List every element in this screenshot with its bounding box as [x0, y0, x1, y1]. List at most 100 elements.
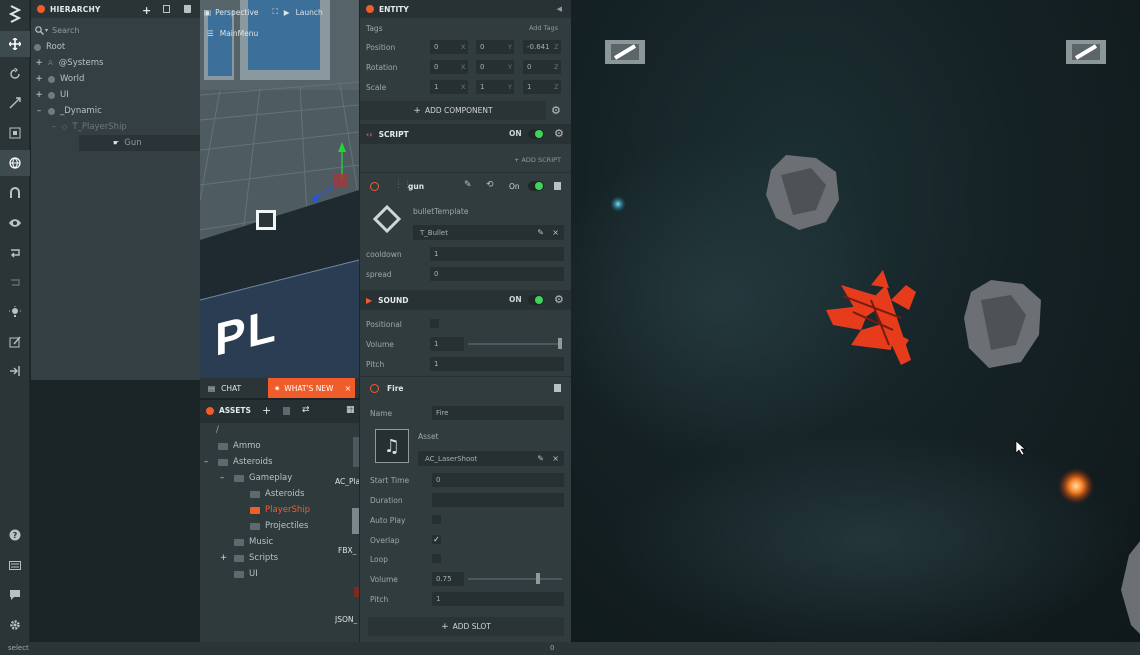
asset-folder-ui[interactable]: UI: [234, 566, 258, 582]
script-collapse-icon[interactable]: [370, 182, 379, 191]
rotate-tool-icon[interactable]: [0, 61, 30, 87]
spread-field[interactable]: 0: [430, 267, 564, 281]
add-slot-button[interactable]: + ADD SLOT: [368, 617, 564, 636]
expand-icon[interactable]: +: [33, 74, 45, 84]
scale-tool-icon[interactable]: [0, 90, 30, 116]
keyboard-shortcuts-icon[interactable]: [0, 552, 30, 578]
loop-checkbox[interactable]: [432, 554, 441, 563]
positional-checkbox[interactable]: [430, 319, 439, 328]
refresh-icon[interactable]: ⇄: [302, 405, 310, 415]
start-time-field[interactable]: 0: [432, 473, 564, 487]
hierarchy-item-playership[interactable]: – ◇ T_PlayerShip: [31, 119, 200, 135]
help-icon[interactable]: ?: [0, 522, 30, 548]
slot-name-field[interactable]: Fire: [432, 406, 564, 420]
code-editor-icon[interactable]: [0, 329, 30, 355]
auto-play-checkbox[interactable]: [432, 515, 441, 524]
snap-magnet-icon[interactable]: [0, 180, 30, 206]
sound-volume-slider-track[interactable]: [468, 343, 562, 345]
sound-enabled-toggle[interactable]: [528, 295, 544, 305]
move-tool-icon[interactable]: [0, 31, 30, 57]
close-icon[interactable]: ×: [344, 384, 351, 393]
clear-asset-icon[interactable]: ×: [552, 228, 559, 237]
overlap-checkbox[interactable]: ✓: [432, 535, 441, 544]
scene-selector[interactable]: ☰ MainMenu: [207, 29, 258, 38]
parse-script-icon[interactable]: ⟲: [486, 180, 494, 190]
hierarchy-item-gun[interactable]: ☛ Gun: [79, 135, 200, 151]
expand-icon[interactable]: +: [33, 58, 45, 68]
asset-folder-ammo[interactable]: Ammo: [218, 438, 261, 454]
whats-new-tab[interactable]: ✷ WHAT'S NEW ×: [268, 378, 355, 398]
add-script-button[interactable]: + ADD SCRIPT: [514, 156, 561, 164]
delete-slot-icon[interactable]: [554, 384, 561, 392]
delete-entity-icon[interactable]: [184, 5, 191, 13]
slot-collapse-icon[interactable]: [370, 384, 379, 393]
world-space-icon[interactable]: [0, 150, 30, 176]
search-input[interactable]: Search: [52, 26, 79, 35]
bullet-template-field[interactable]: T_Bullet ✎ ×: [413, 225, 564, 240]
play-icon[interactable]: ▶: [284, 8, 290, 17]
hierarchy-item-dynamic[interactable]: – _Dynamic: [31, 103, 200, 119]
hierarchy-collapse-icon[interactable]: [37, 5, 45, 13]
fullscreen-icon[interactable]: ⛶: [273, 7, 278, 17]
slot-volume-slider-track[interactable]: [468, 578, 562, 580]
asset-folder-gameplay[interactable]: – Gameplay: [220, 470, 292, 486]
script-gear-icon[interactable]: ⚙: [554, 127, 564, 140]
expand-icon[interactable]: +: [33, 90, 45, 100]
lightmapper-icon[interactable]: [0, 299, 30, 325]
asset-folder-scripts[interactable]: + Scripts: [220, 550, 278, 566]
add-component-button[interactable]: + ADD COMPONENT: [360, 101, 546, 120]
publish-icon[interactable]: [0, 358, 30, 384]
slot-asset-field[interactable]: AC_LaserShoot ✎ ×: [418, 451, 564, 466]
edit-asset-icon[interactable]: ✎: [537, 228, 544, 237]
delete-script-icon[interactable]: [554, 182, 561, 190]
delete-asset-icon[interactable]: [283, 407, 290, 415]
slot-pitch-field[interactable]: 1: [432, 592, 564, 606]
edit-asset-icon[interactable]: ✎: [537, 454, 544, 463]
assets-collapse-icon[interactable]: [206, 406, 214, 415]
component-settings-gear-icon[interactable]: ⚙: [551, 104, 561, 117]
slot-volume-field[interactable]: 0.75: [432, 572, 464, 586]
add-entity-icon[interactable]: +: [142, 4, 151, 17]
script-enabled-toggle[interactable]: [528, 129, 544, 139]
entity-collapse-icon[interactable]: [366, 5, 374, 13]
sound-volume-field[interactable]: 1: [430, 337, 464, 351]
asset-folder-asteroids[interactable]: – Asteroids: [204, 454, 273, 470]
cooldown-field[interactable]: 1: [430, 247, 564, 261]
add-tags-input[interactable]: Add Tags: [529, 24, 558, 32]
asset-file-label[interactable]: JSON_: [335, 615, 359, 624]
collapse-icon[interactable]: –: [33, 106, 45, 116]
hierarchy-item-ui[interactable]: + UI: [31, 87, 200, 103]
asset-file-label[interactable]: AC_Pla: [335, 477, 359, 486]
collapse-panel-icon[interactable]: ◀: [557, 5, 562, 13]
scene-viewport[interactable]: PL ▣ Perspective ⛶ ▶ Launch ☰ MainMenu: [200, 0, 359, 380]
camera-dropdown[interactable]: Perspective: [215, 8, 258, 17]
asset-folder-projectiles[interactable]: Projectiles: [250, 518, 308, 534]
sound-volume-slider-handle[interactable]: [558, 338, 562, 349]
launch-button[interactable]: Launch: [296, 8, 323, 17]
expand-icon[interactable]: +: [220, 553, 234, 563]
duration-field[interactable]: [432, 493, 564, 507]
collapse-icon[interactable]: –: [48, 122, 60, 132]
asset-folder-gameplay-asteroids[interactable]: Asteroids: [250, 486, 305, 502]
hierarchy-search[interactable]: ▾ Search: [31, 22, 200, 38]
asset-folder-playership[interactable]: PlayerShip: [250, 502, 310, 518]
search-options-icon[interactable]: ▾: [45, 27, 48, 34]
game-view[interactable]: [571, 0, 1140, 642]
hierarchy-item-world[interactable]: + World: [31, 71, 200, 87]
feedback-icon[interactable]: [0, 582, 30, 608]
resize-tool-icon[interactable]: [0, 120, 30, 146]
duplicate-entity-icon[interactable]: [163, 5, 170, 13]
slot-volume-slider-handle[interactable]: [536, 573, 540, 584]
asset-thumbnail[interactable]: [352, 508, 359, 534]
view-eye-icon[interactable]: [0, 210, 30, 236]
hierarchy-item-systems[interactable]: + A @Systems: [31, 55, 200, 71]
assets-root[interactable]: /: [216, 422, 219, 438]
asset-file-label[interactable]: FBX_: [338, 546, 359, 555]
add-asset-icon[interactable]: +: [262, 404, 271, 417]
sound-gear-icon[interactable]: ⚙: [554, 293, 564, 306]
chat-tab[interactable]: ▤ CHAT: [200, 378, 268, 398]
layout-icon[interactable]: [0, 270, 30, 296]
collapse-icon[interactable]: –: [204, 457, 218, 467]
clear-asset-icon[interactable]: ×: [552, 454, 559, 463]
collapse-icon[interactable]: –: [220, 473, 234, 483]
